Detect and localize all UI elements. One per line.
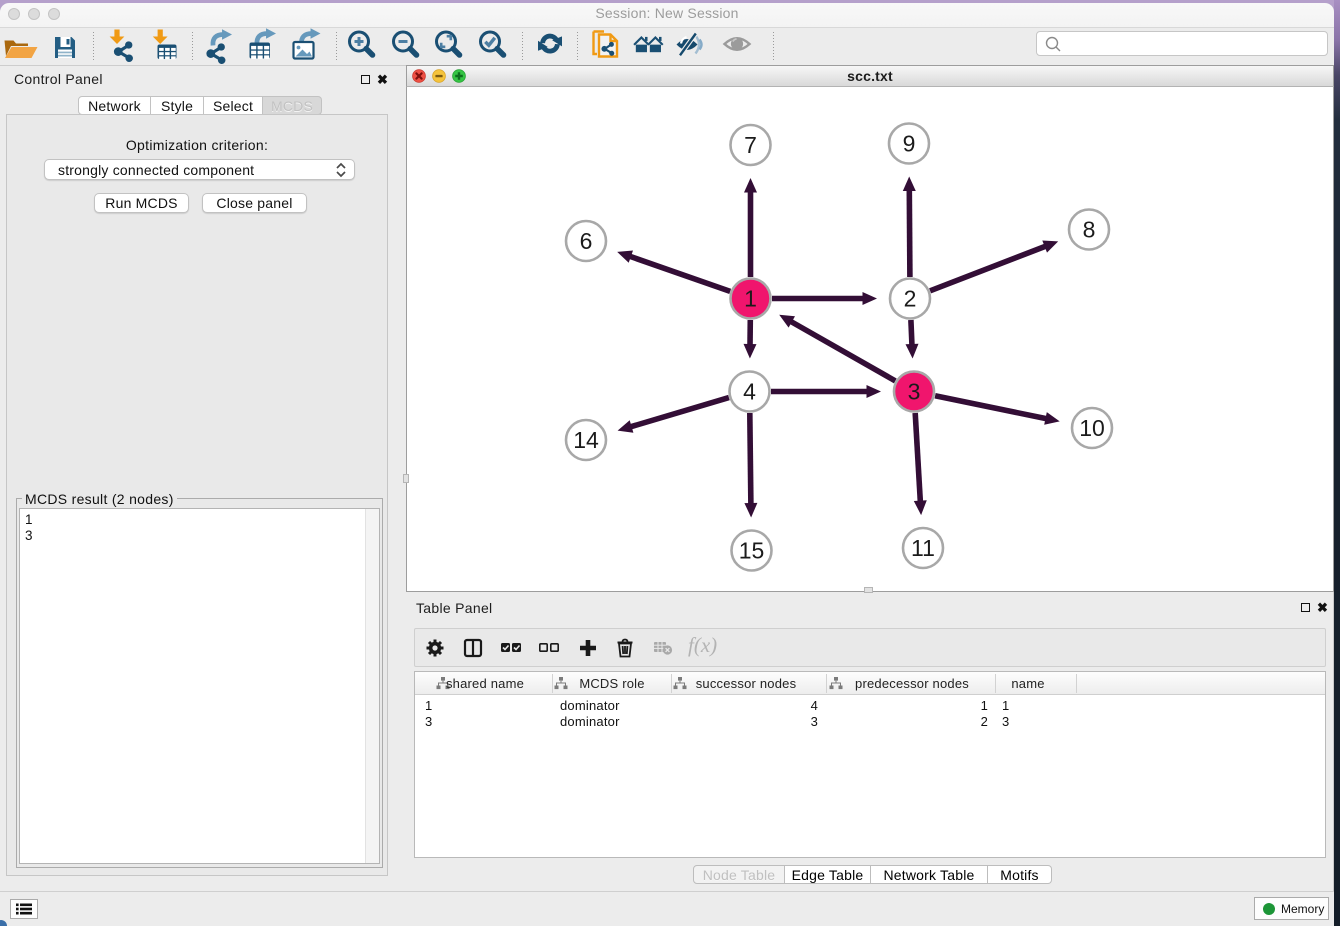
- svg-text:2: 2: [904, 286, 917, 312]
- svg-text:11: 11: [911, 535, 935, 561]
- svg-text:15: 15: [739, 538, 765, 564]
- svg-text:8: 8: [1083, 217, 1096, 243]
- svg-text:3: 3: [908, 379, 921, 405]
- svg-text:9: 9: [903, 131, 916, 157]
- svg-text:10: 10: [1079, 415, 1105, 441]
- svg-text:1: 1: [744, 286, 757, 312]
- svg-text:14: 14: [573, 427, 599, 453]
- svg-text:6: 6: [580, 228, 593, 254]
- svg-text:7: 7: [744, 132, 757, 158]
- svg-text:4: 4: [743, 379, 756, 405]
